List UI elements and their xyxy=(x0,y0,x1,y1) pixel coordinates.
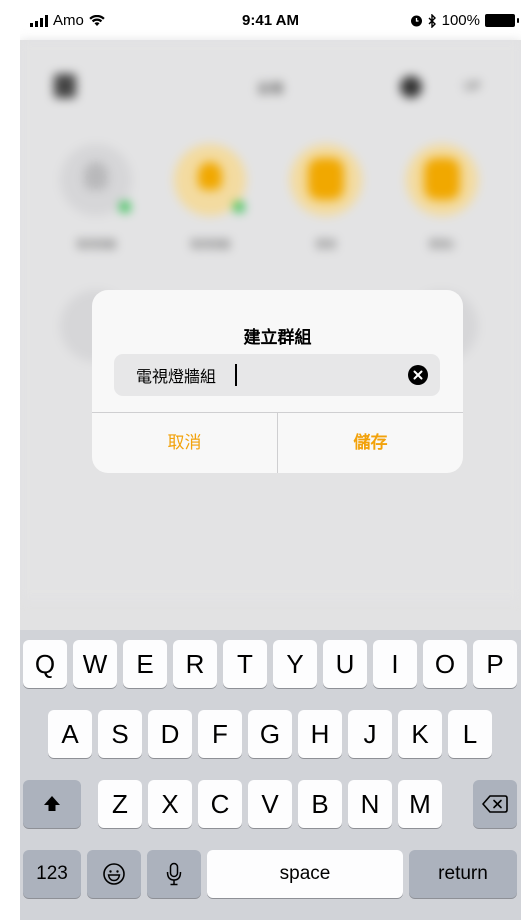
key-x[interactable]: X xyxy=(148,780,192,828)
alarm-icon xyxy=(410,15,422,27)
key-s[interactable]: S xyxy=(98,710,142,758)
key-c[interactable]: C xyxy=(198,780,242,828)
status-dot xyxy=(234,202,244,212)
status-dot xyxy=(120,202,130,212)
shift-key[interactable] xyxy=(23,780,81,828)
dialog-title: 建立群組 xyxy=(243,328,312,347)
create-group-dialog: 建立群組 取消 儲存 xyxy=(92,290,463,473)
key-z[interactable]: Z xyxy=(98,780,142,828)
device-tile xyxy=(60,144,132,216)
key-y[interactable]: Y xyxy=(273,640,317,688)
bulb-icon xyxy=(198,162,222,190)
group-name-field[interactable] xyxy=(114,354,440,396)
device-tile xyxy=(406,144,478,216)
key-l[interactable]: L xyxy=(448,710,492,758)
background-title: 設備 xyxy=(257,81,284,96)
key-e[interactable]: E xyxy=(123,640,167,688)
delete-key[interactable] xyxy=(473,780,517,828)
key-q[interactable]: Q xyxy=(23,640,67,688)
emoji-key[interactable] xyxy=(87,850,141,898)
key-j[interactable]: J xyxy=(348,710,392,758)
text-cursor xyxy=(235,364,237,386)
key-o[interactable]: O xyxy=(423,640,467,688)
device-label: 壁燈2 xyxy=(429,240,455,251)
group-name-input[interactable] xyxy=(136,354,406,396)
lamp-icon xyxy=(308,158,344,200)
device-label: 壁燈 xyxy=(316,240,336,251)
device-tile xyxy=(290,144,362,216)
key-u[interactable]: U xyxy=(323,640,367,688)
key-a[interactable]: A xyxy=(48,710,92,758)
battery-percent: 100% xyxy=(441,12,480,29)
bulb-icon xyxy=(84,162,108,190)
clear-text-icon[interactable] xyxy=(408,365,428,385)
cancel-button[interactable]: 取消 xyxy=(92,413,277,473)
key-b[interactable]: B xyxy=(298,780,342,828)
device-label: 電視燈牆 xyxy=(190,240,230,251)
phone-screen: Amo 9:41 AM 100% 設備 UP 電視燈牆 電視燈牆 壁燈 壁燈2 … xyxy=(20,0,521,920)
key-i[interactable]: I xyxy=(373,640,417,688)
space-key[interactable]: space xyxy=(207,850,403,898)
battery-icon xyxy=(485,14,519,27)
bluetooth-icon xyxy=(428,13,436,28)
status-right: 100% xyxy=(410,12,519,29)
key-d[interactable]: D xyxy=(148,710,192,758)
backspace-icon xyxy=(482,795,508,813)
key-w[interactable]: W xyxy=(73,640,117,688)
key-r[interactable]: R xyxy=(173,640,217,688)
numbers-key[interactable]: 123 xyxy=(23,850,81,898)
microphone-icon xyxy=(166,862,182,886)
background-nav-bar: 設備 UP xyxy=(20,68,521,108)
key-v[interactable]: V xyxy=(248,780,292,828)
dictation-key[interactable] xyxy=(147,850,201,898)
key-g[interactable]: G xyxy=(248,710,292,758)
background-edit: UP xyxy=(464,79,481,93)
key-f[interactable]: F xyxy=(198,710,242,758)
keyboard: Q W E R T Y U I O P A S D F G H J K L Z … xyxy=(20,630,521,920)
return-key[interactable]: return xyxy=(409,850,517,898)
device-tile xyxy=(174,144,246,216)
lamp-icon xyxy=(424,158,460,200)
key-t[interactable]: T xyxy=(223,640,267,688)
key-k[interactable]: K xyxy=(398,710,442,758)
key-n[interactable]: N xyxy=(348,780,392,828)
settings-icon xyxy=(400,76,422,98)
key-p[interactable]: P xyxy=(473,640,517,688)
key-m[interactable]: M xyxy=(398,780,442,828)
key-h[interactable]: H xyxy=(298,710,342,758)
device-label: 電視燈牆 xyxy=(76,240,116,251)
shift-icon xyxy=(44,795,60,811)
emoji-icon xyxy=(103,863,125,885)
save-button[interactable]: 儲存 xyxy=(278,413,463,473)
status-bar: Amo 9:41 AM 100% xyxy=(20,0,521,40)
